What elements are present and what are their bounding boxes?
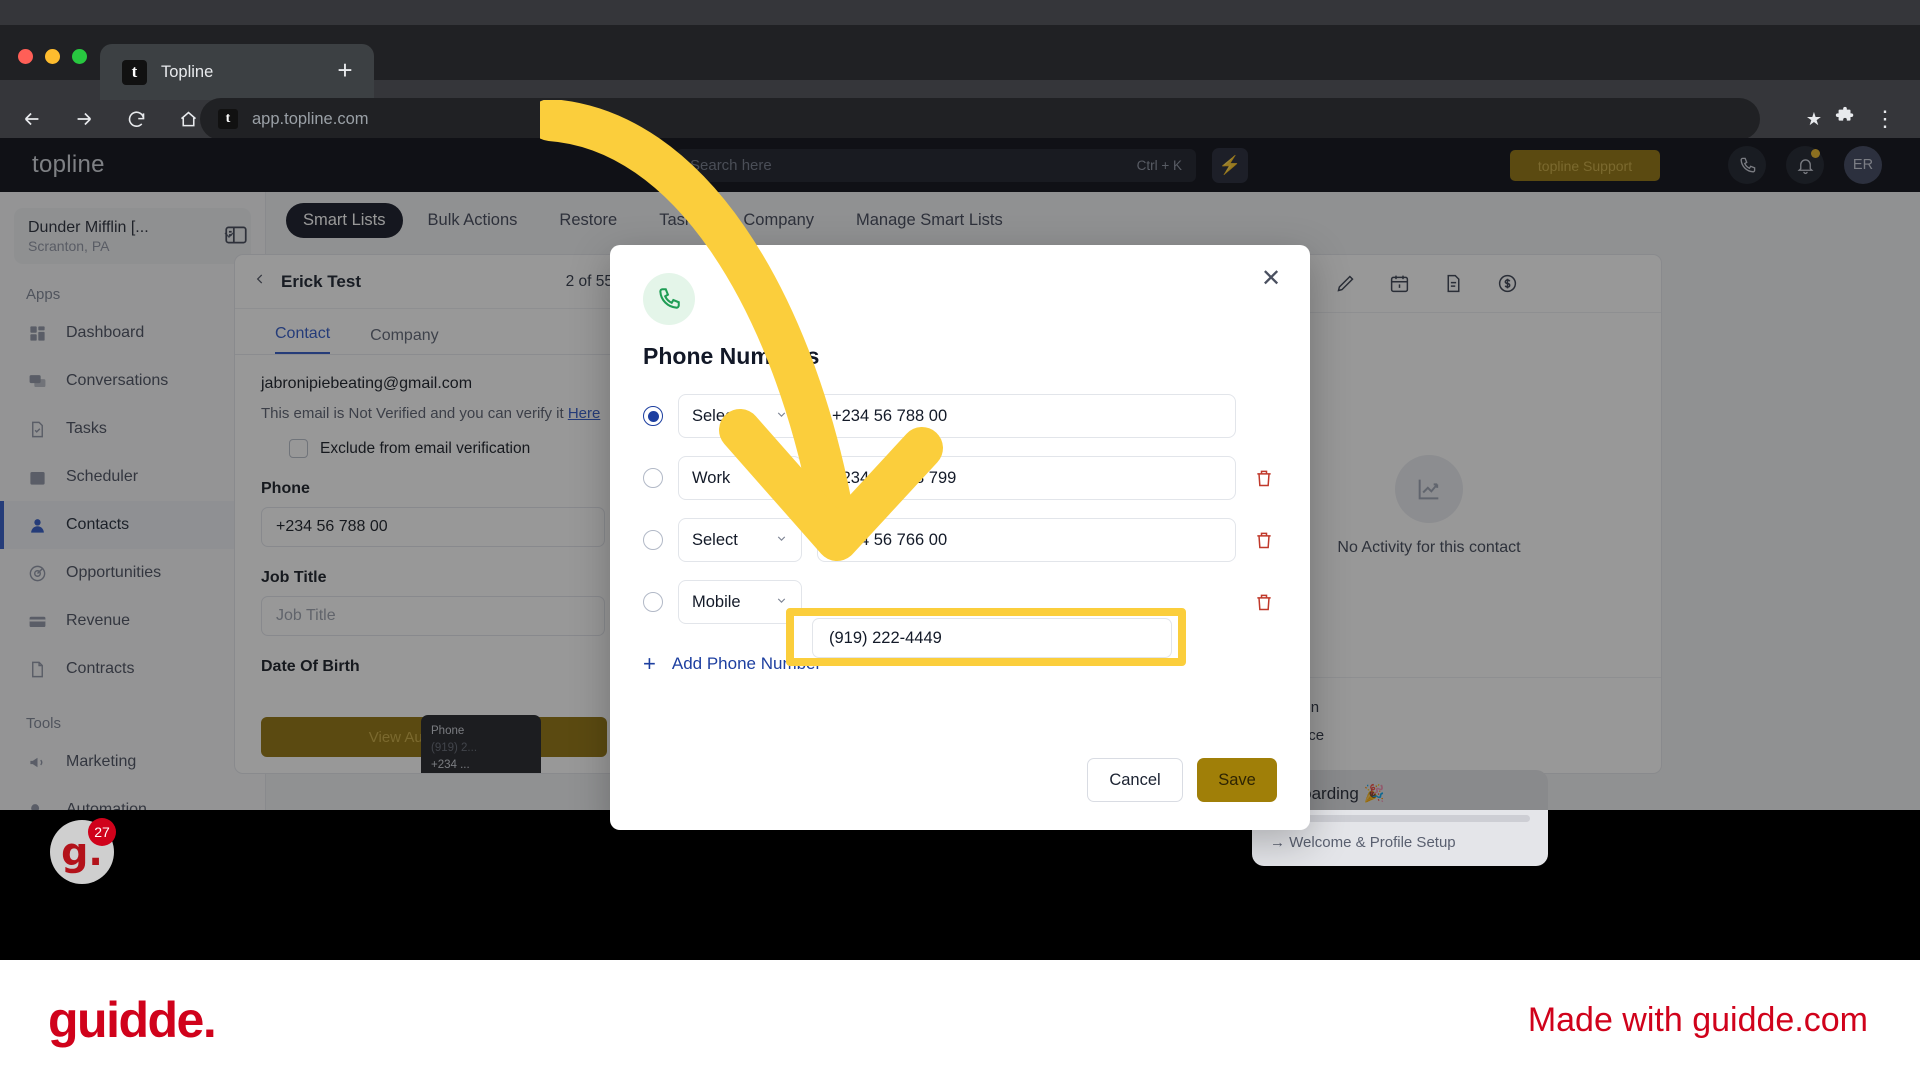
close-window-button[interactable]	[18, 49, 33, 64]
guidde-logo: guidde.	[48, 992, 217, 1048]
phone-type-select[interactable]: Work	[678, 456, 802, 500]
topline-favicon-icon: t	[122, 59, 147, 85]
reload-icon[interactable]	[116, 99, 156, 139]
back-arrow-icon[interactable]	[12, 99, 52, 139]
guidde-badge[interactable]: g. 27	[50, 818, 116, 884]
primary-radio[interactable]	[643, 530, 663, 550]
minimize-window-button[interactable]	[45, 49, 60, 64]
extensions-icon[interactable]	[1834, 106, 1856, 133]
primary-radio[interactable]	[643, 592, 663, 612]
chevron-down-icon	[775, 408, 788, 424]
chevron-down-icon	[775, 532, 788, 548]
browser-chrome: t Topline + t app.topline.com ★ ⋮	[0, 0, 1920, 140]
phone-type-value: Select	[692, 406, 738, 425]
delete-phone-icon[interactable]	[1251, 530, 1277, 550]
primary-radio[interactable]	[643, 406, 663, 426]
phone-row: Work +234 56 788 799	[643, 447, 1277, 509]
save-button[interactable]: Save	[1197, 758, 1277, 802]
onboarding-step[interactable]: → Welcome & Profile Setup	[1270, 834, 1530, 851]
url-text: app.topline.com	[252, 109, 369, 128]
cancel-button[interactable]: Cancel	[1087, 758, 1183, 802]
window-controls[interactable]	[18, 49, 87, 64]
phone-type-value: Select	[692, 530, 738, 549]
forward-arrow-icon[interactable]	[64, 99, 104, 139]
phone-row: Select +234 56 788 00	[643, 385, 1277, 447]
tab-title: Topline	[161, 62, 214, 81]
browser-menu-icon[interactable]: ⋮	[1868, 106, 1902, 132]
phone-rows: Select +234 56 788 00 Work +234 56 788 7…	[643, 385, 1277, 633]
phone-type-select[interactable]: Select	[678, 518, 802, 562]
phone-icon	[643, 273, 695, 325]
delete-phone-icon[interactable]	[1251, 468, 1277, 488]
phone-type-select[interactable]: Mobile	[678, 580, 802, 624]
phone-numbers-modal: ✕ Phone Numbers Select +234 56 788 00 Wo…	[610, 245, 1310, 830]
guidde-footer: guidde. Made with guidde.com	[0, 960, 1920, 1080]
modal-footer: Cancel Save	[1087, 758, 1277, 802]
phone-number-input[interactable]: +234 56 788 799	[817, 456, 1236, 500]
toolbar-right-icons: ★ ⋮	[1806, 100, 1910, 138]
plus-icon: +	[643, 651, 656, 676]
phone-row: Select +234 56 766 00	[643, 509, 1277, 571]
phone-type-value: Mobile	[692, 592, 741, 611]
modal-title: Phone Numbers	[643, 343, 820, 369]
guidde-badge-count: 27	[88, 818, 116, 846]
chevron-down-icon	[775, 470, 788, 486]
site-favicon-icon: t	[218, 109, 238, 129]
close-icon[interactable]: ✕	[1258, 267, 1284, 293]
primary-radio[interactable]	[643, 468, 663, 488]
maximize-window-button[interactable]	[72, 49, 87, 64]
bookmark-star-icon[interactable]: ★	[1806, 109, 1822, 130]
black-band	[0, 810, 1920, 960]
made-with-guidde-text: Made with guidde.com	[1527, 1000, 1868, 1039]
new-tab-button[interactable]: +	[328, 54, 362, 88]
phone-number-input[interactable]: +234 56 788 00	[817, 394, 1236, 438]
phone-type-select[interactable]: Select	[678, 394, 802, 438]
phone-type-value: Work	[692, 468, 731, 487]
phone-number-input[interactable]: +234 56 766 00	[817, 518, 1236, 562]
highlighted-phone-input[interactable]: (919) 222-4449	[812, 618, 1172, 658]
address-bar[interactable]: t app.topline.com	[200, 98, 1760, 140]
chevron-down-icon	[775, 594, 788, 610]
delete-phone-icon[interactable]	[1251, 592, 1277, 612]
